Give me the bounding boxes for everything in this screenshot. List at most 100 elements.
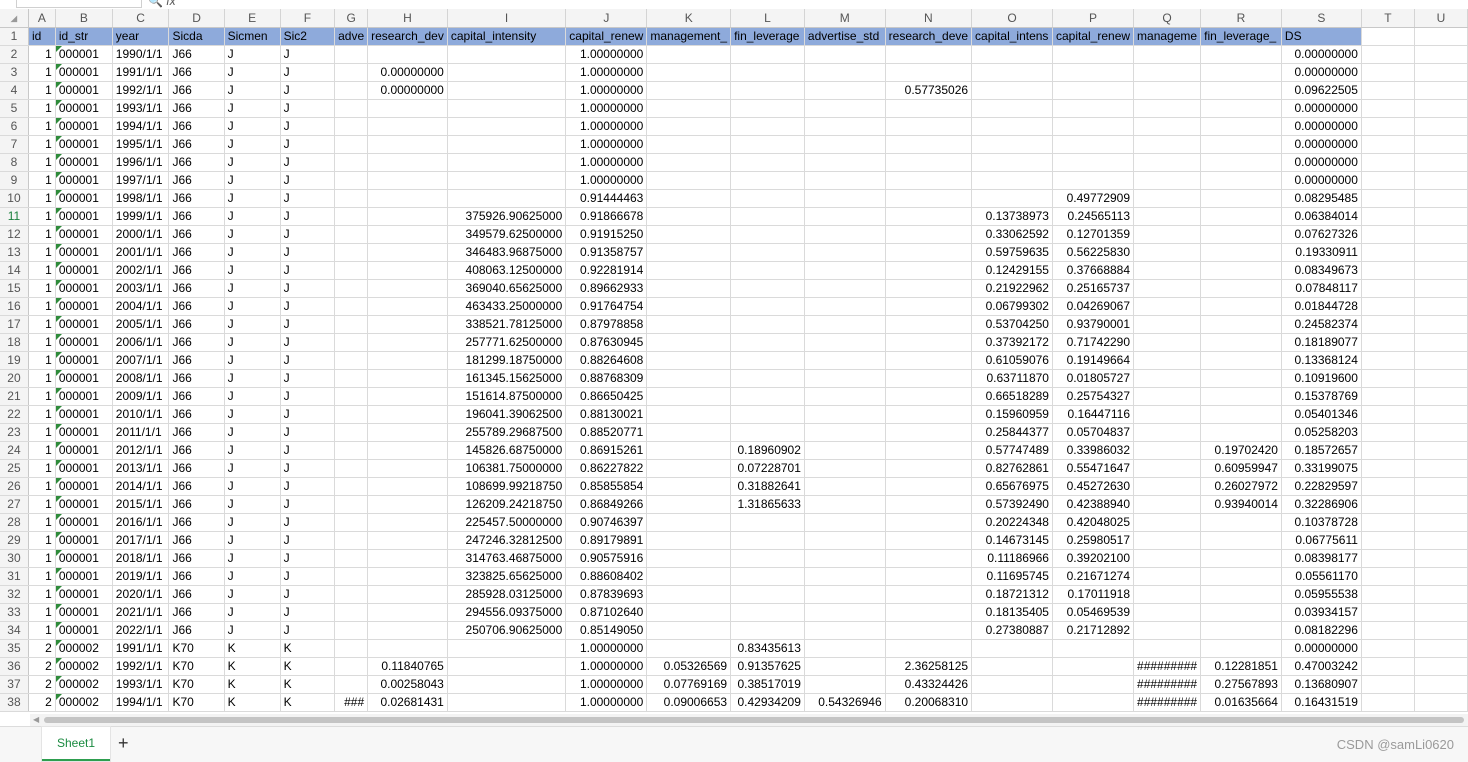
data-cell[interactable]: 0.00000000: [1281, 99, 1362, 118]
data-cell[interactable]: [1133, 585, 1202, 604]
data-cell[interactable]: [1414, 315, 1468, 334]
data-cell[interactable]: [885, 153, 973, 172]
data-cell[interactable]: J: [280, 531, 336, 550]
data-cell[interactable]: [730, 369, 805, 388]
data-cell[interactable]: 000001: [55, 495, 113, 514]
data-cell[interactable]: 0.55471647: [1052, 459, 1135, 478]
data-cell[interactable]: [1414, 495, 1468, 514]
data-cell[interactable]: 1998/1/1: [112, 189, 170, 208]
data-cell[interactable]: [730, 45, 805, 64]
data-cell[interactable]: 2003/1/1: [112, 279, 170, 298]
data-cell[interactable]: 0.19149664: [1052, 351, 1135, 370]
data-cell[interactable]: J: [280, 153, 336, 172]
data-cell[interactable]: [646, 387, 732, 406]
data-cell[interactable]: J: [280, 81, 336, 100]
data-cell[interactable]: [885, 567, 973, 586]
data-cell[interactable]: 000001: [55, 315, 113, 334]
data-cell[interactable]: [1361, 189, 1415, 208]
data-cell[interactable]: J66: [168, 117, 225, 136]
row-header[interactable]: 24: [0, 441, 29, 460]
data-cell[interactable]: [334, 207, 369, 226]
data-cell[interactable]: [1414, 261, 1468, 280]
data-cell[interactable]: J66: [168, 621, 225, 640]
data-cell[interactable]: [334, 675, 369, 694]
data-cell[interactable]: J66: [168, 387, 225, 406]
data-cell[interactable]: [1133, 243, 1202, 262]
data-cell[interactable]: 0.01635664: [1200, 693, 1282, 712]
data-cell[interactable]: [885, 315, 973, 334]
data-cell[interactable]: 1997/1/1: [112, 171, 170, 190]
data-cell[interactable]: 0.90575916: [565, 549, 648, 568]
data-cell[interactable]: [367, 621, 448, 640]
data-cell[interactable]: [1200, 621, 1282, 640]
data-cell[interactable]: [1361, 693, 1415, 712]
data-cell[interactable]: [334, 531, 369, 550]
data-cell[interactable]: [1052, 99, 1135, 118]
data-cell[interactable]: [367, 387, 448, 406]
data-cell[interactable]: 000001: [55, 153, 113, 172]
data-cell[interactable]: [1200, 99, 1282, 118]
data-cell[interactable]: [1361, 333, 1415, 352]
data-cell[interactable]: J: [280, 45, 336, 64]
data-cell[interactable]: [1133, 225, 1202, 244]
data-cell[interactable]: 0.07848117: [1281, 279, 1362, 298]
data-cell[interactable]: J: [224, 81, 281, 100]
data-cell[interactable]: [1200, 63, 1282, 82]
data-cell[interactable]: [804, 531, 886, 550]
column-header-j[interactable]: J: [565, 9, 648, 28]
data-cell[interactable]: [1133, 441, 1202, 460]
data-cell[interactable]: 0.89179891: [565, 531, 648, 550]
data-cell[interactable]: J66: [168, 549, 225, 568]
data-cell[interactable]: 2014/1/1: [112, 477, 170, 496]
data-cell[interactable]: 000001: [55, 297, 113, 316]
column-header-k[interactable]: K: [646, 9, 732, 28]
data-cell[interactable]: [1414, 333, 1468, 352]
data-cell[interactable]: [646, 81, 732, 100]
data-cell[interactable]: 0.93790001: [1052, 315, 1135, 334]
data-cell[interactable]: [646, 351, 732, 370]
data-cell[interactable]: [1361, 117, 1415, 136]
data-cell[interactable]: [804, 45, 886, 64]
data-cell[interactable]: 408063.12500000: [447, 261, 567, 280]
data-cell[interactable]: [1361, 657, 1415, 676]
header-cell[interactable]: capital_renew: [1052, 27, 1135, 46]
data-cell[interactable]: 1.00000000: [565, 171, 648, 190]
data-cell[interactable]: [885, 621, 973, 640]
data-cell[interactable]: [1200, 117, 1282, 136]
data-cell[interactable]: [334, 225, 369, 244]
data-cell[interactable]: 000001: [55, 369, 113, 388]
data-cell[interactable]: 0.27380887: [971, 621, 1053, 640]
data-cell[interactable]: [334, 279, 369, 298]
header-cell[interactable]: adve: [334, 27, 369, 46]
data-cell[interactable]: J66: [168, 369, 225, 388]
data-cell[interactable]: 0.42048025: [1052, 513, 1135, 532]
data-cell[interactable]: 0.17011918: [1052, 585, 1135, 604]
data-cell[interactable]: [447, 693, 567, 712]
data-cell[interactable]: [1414, 279, 1468, 298]
data-cell[interactable]: J: [224, 261, 281, 280]
data-cell[interactable]: J66: [168, 531, 225, 550]
data-cell[interactable]: [1361, 99, 1415, 118]
data-cell[interactable]: J: [224, 99, 281, 118]
data-cell[interactable]: [1414, 225, 1468, 244]
column-header-i[interactable]: I: [447, 9, 567, 28]
data-cell[interactable]: [804, 99, 886, 118]
data-cell[interactable]: [1414, 477, 1468, 496]
data-cell[interactable]: 0.05258203: [1281, 423, 1362, 442]
data-cell[interactable]: [1361, 621, 1415, 640]
data-cell[interactable]: 0.05326569: [646, 657, 732, 676]
data-cell[interactable]: 000002: [55, 639, 113, 658]
data-cell[interactable]: [804, 387, 886, 406]
data-cell[interactable]: J66: [168, 261, 225, 280]
data-cell[interactable]: [804, 369, 886, 388]
data-cell[interactable]: J: [224, 63, 281, 82]
header-cell[interactable]: Sic2: [280, 27, 336, 46]
data-cell[interactable]: [885, 405, 973, 424]
data-cell[interactable]: 000001: [55, 45, 113, 64]
data-cell[interactable]: [971, 693, 1053, 712]
data-cell[interactable]: [1414, 603, 1468, 622]
data-cell[interactable]: 0.07228701: [730, 459, 805, 478]
data-cell[interactable]: 0.88264608: [565, 351, 648, 370]
column-header-n[interactable]: N: [885, 9, 973, 28]
data-cell[interactable]: 0.25754327: [1052, 387, 1135, 406]
